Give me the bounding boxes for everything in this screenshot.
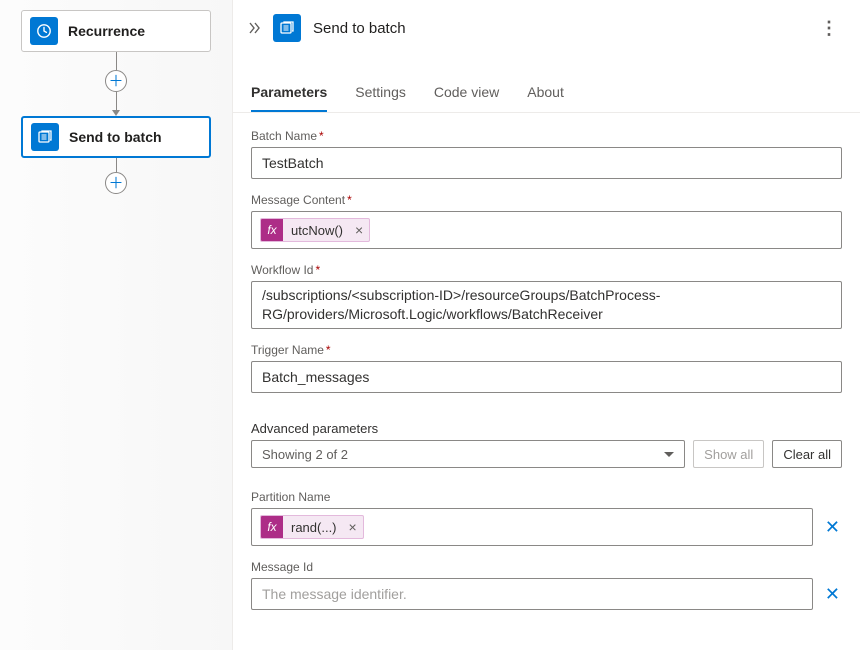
label-batch-name: Batch Name* [251, 129, 842, 143]
token-text: utcNow() [283, 223, 349, 238]
node-send-to-batch[interactable]: Send to batch [21, 116, 211, 158]
advanced-parameters: Advanced parameters Showing 2 of 2 Show … [251, 421, 842, 468]
add-step-button[interactable]: ＋ [105, 70, 127, 92]
batch-icon [273, 14, 301, 42]
panel-header: Send to batch ⋮ [233, 0, 860, 56]
batch-icon [31, 123, 59, 151]
remove-partition-name-icon[interactable]: ✕ [823, 517, 842, 538]
node-send-to-batch-title: Send to batch [69, 129, 162, 145]
clear-all-button[interactable]: Clear all [772, 440, 842, 468]
connector-line [116, 158, 117, 172]
input-message-content[interactable]: fx utcNow() × [251, 211, 842, 249]
tab-code-view[interactable]: Code view [434, 76, 499, 112]
label-workflow-id: Workflow Id* [251, 263, 842, 277]
connector-end: ＋ [10, 158, 222, 194]
input-message-id[interactable] [251, 578, 813, 610]
field-trigger-name: Trigger Name* [251, 343, 842, 393]
field-workflow-id: Workflow Id* /subscriptions/<subscriptio… [251, 263, 842, 329]
token-utcnow[interactable]: fx utcNow() × [260, 218, 370, 242]
connector-line [116, 92, 117, 110]
advanced-label: Advanced parameters [251, 421, 842, 436]
input-batch-name[interactable] [251, 147, 842, 179]
connector-line [116, 52, 117, 70]
workflow-canvas: Recurrence ＋ Send to batch ＋ [0, 0, 232, 650]
fx-icon: fx [261, 516, 283, 538]
advanced-select[interactable]: Showing 2 of 2 [251, 440, 685, 468]
parameters-form: Batch Name* Message Content* fx utcNow()… [233, 113, 860, 640]
arrow-down-icon [112, 110, 120, 116]
label-message-content: Message Content* [251, 193, 842, 207]
input-workflow-id[interactable]: /subscriptions/<subscription-ID>/resourc… [251, 281, 842, 329]
remove-message-id-icon[interactable]: ✕ [823, 584, 842, 605]
field-partition-name: Partition Name fx rand(...) × ✕ [251, 490, 842, 546]
label-trigger-name: Trigger Name* [251, 343, 842, 357]
label-message-id: Message Id [251, 560, 842, 574]
field-message-content: Message Content* fx utcNow() × [251, 193, 842, 249]
fx-icon: fx [261, 219, 283, 241]
field-batch-name: Batch Name* [251, 129, 842, 179]
node-recurrence-title: Recurrence [68, 23, 145, 39]
node-recurrence[interactable]: Recurrence [21, 10, 211, 52]
tab-parameters[interactable]: Parameters [251, 76, 327, 112]
connector: ＋ [10, 52, 222, 116]
label-partition-name: Partition Name [251, 490, 842, 504]
token-remove-icon[interactable]: × [343, 519, 363, 535]
field-message-id: Message Id ✕ [251, 560, 842, 610]
tab-about[interactable]: About [527, 76, 564, 112]
panel-title: Send to batch [313, 20, 804, 37]
token-rand[interactable]: fx rand(...) × [260, 515, 364, 539]
add-step-button-end[interactable]: ＋ [105, 172, 127, 194]
collapse-icon[interactable] [247, 21, 261, 35]
input-partition-name[interactable]: fx rand(...) × [251, 508, 813, 546]
more-menu-icon[interactable]: ⋮ [816, 18, 842, 39]
tab-bar: Parameters Settings Code view About [233, 76, 860, 113]
token-remove-icon[interactable]: × [349, 222, 369, 238]
show-all-button[interactable]: Show all [693, 440, 764, 468]
clock-icon [30, 17, 58, 45]
input-trigger-name[interactable] [251, 361, 842, 393]
token-text: rand(...) [283, 520, 343, 535]
tab-settings[interactable]: Settings [355, 76, 406, 112]
details-panel: Send to batch ⋮ Parameters Settings Code… [232, 0, 860, 650]
